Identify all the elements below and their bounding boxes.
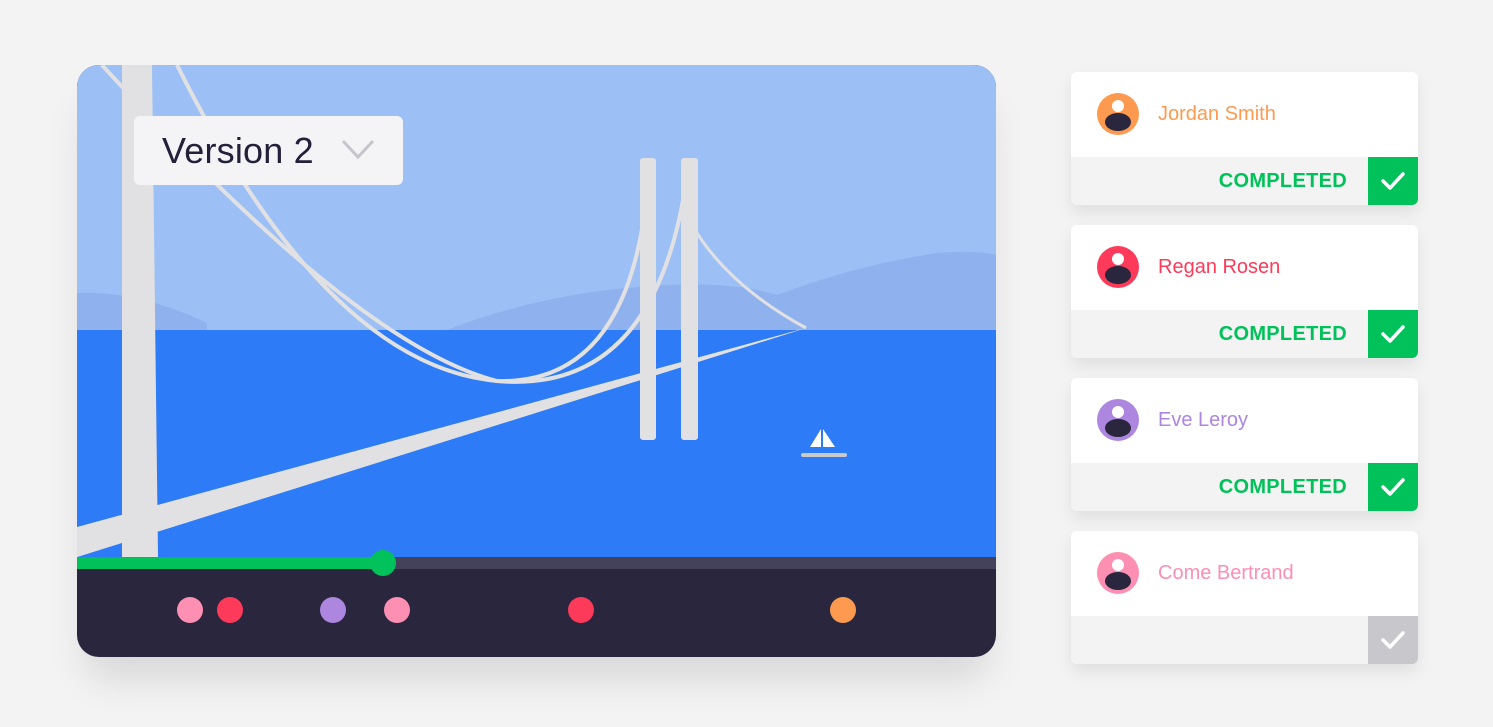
reviewer-status-bar: COMPLETED [1071,463,1418,511]
avatar-icon [1097,246,1139,288]
check-icon [1381,631,1405,649]
reviewer-header: Regan Rosen [1071,225,1418,310]
version-label: Version 2 [162,129,314,171]
video-frame: Version 2 [77,65,996,557]
check-icon [1381,172,1405,190]
avatar-icon [1097,552,1139,594]
reviewer-card: Eve Leroy COMPLETED [1071,378,1418,511]
approve-button[interactable] [1368,310,1418,358]
comment-marker[interactable] [383,597,410,623]
reviewer-card: Regan Rosen COMPLETED [1071,225,1418,358]
reviewer-header: Eve Leroy [1071,378,1418,463]
status-label: COMPLETED [1218,170,1347,192]
comment-marker[interactable] [217,597,244,623]
reviewer-name: Come Bertrand [1158,562,1294,584]
reviewer-name: Jordan Smith [1158,103,1276,125]
reviewer-name: Eve Leroy [1158,409,1249,431]
check-icon [1381,325,1405,343]
progress-handle[interactable] [370,550,397,576]
reviewer-status-bar [1071,616,1418,664]
reviewer-card: Jordan Smith COMPLETED [1071,72,1418,205]
version-dropdown[interactable]: Version 2 [134,116,403,185]
progress-track[interactable] [77,557,996,569]
chevron-down-icon [341,139,375,160]
comment-marker[interactable] [177,597,204,623]
check-icon [1381,478,1405,496]
comment-marker[interactable] [320,597,347,623]
reviewer-status-bar: COMPLETED [1071,310,1418,358]
avatar-icon [1097,93,1139,135]
reviewer-name: Regan Rosen [1158,256,1281,278]
timeline [77,550,996,657]
approve-button[interactable] [1368,157,1418,205]
water [77,330,996,557]
approve-button[interactable] [1368,463,1418,511]
video-player: Version 2 [77,65,996,657]
comment-marker[interactable] [830,597,857,623]
reviewer-status-bar: COMPLETED [1071,157,1418,205]
progress-fill [77,557,384,569]
status-label: COMPLETED [1218,323,1347,345]
reviewer-header: Jordan Smith [1071,72,1418,157]
approve-button[interactable] [1368,616,1418,664]
reviewer-header: Come Bertrand [1071,531,1418,616]
tower-far-1 [640,158,656,440]
tower-far-2 [681,158,698,440]
avatar-icon [1097,399,1139,441]
comment-marker[interactable] [567,597,594,623]
status-label: COMPLETED [1218,476,1347,498]
reviewer-card: Come Bertrand [1071,531,1418,664]
